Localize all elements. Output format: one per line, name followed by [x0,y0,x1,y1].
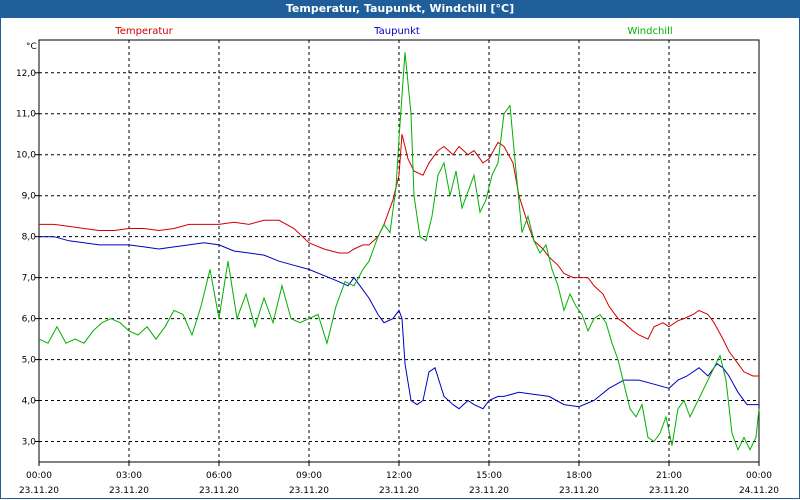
x-tick-time: 06:00 [206,471,232,481]
x-tick-date: 23.11.20 [649,486,689,496]
series-line-temperatur [39,134,759,377]
x-tick-labels: 00:00 23.11.20 03:00 23.11.20 06:00 23.11.20 0… [19,471,779,496]
x-tick-time: 18:00 [566,471,592,481]
x-tick-time: 09:00 [296,471,322,481]
y-tick-label: 4,0 [22,397,37,407]
x-tick-date: 23.11.20 [379,486,419,496]
x-tick-time: 00:00 [26,471,52,481]
x-tick-time: 03:00 [116,471,142,481]
y-tick-label: 11,0 [16,110,36,120]
y-tick-label: 8,0 [22,233,37,243]
x-tick-time: 12:00 [386,471,412,481]
legend: Temperatur Taupunkt Windchill [114,26,672,37]
x-tick-time: 21:00 [656,471,682,481]
legend-item-taupunkt: Taupunkt [373,26,420,37]
grid-lines [39,40,759,462]
legend-item-windchill: Windchill [627,26,672,37]
y-tick-label: 5,0 [22,356,37,366]
y-tick-label: 6,0 [22,315,37,325]
y-tick-label: 7,0 [22,274,37,284]
y-unit-label: °C [26,42,37,52]
x-tick-date: 24.11.20 [739,486,779,496]
chart-svg: °C Temperatur Taupunkt Windchill 3,0 4,0 5,0… [16,26,779,496]
x-tick-time: 00:00 [746,471,772,481]
y-tick-label: 9,0 [22,192,37,202]
x-tick-date: 23.11.20 [469,486,509,496]
x-tick-time: 15:00 [476,471,502,481]
axes [35,39,760,466]
x-tick-date: 23.11.20 [289,486,329,496]
x-tick-date: 23.11.20 [559,486,599,496]
y-tick-label: 10,0 [16,151,36,161]
y-tick-labels: 3,0 4,0 5,0 6,0 7,0 8,0 9,0 10,0 11,0 12,0 [16,69,36,448]
x-tick-date: 23.11.20 [199,486,239,496]
legend-item-temperatur: Temperatur [114,26,173,37]
x-tick-date: 23.11.20 [109,486,149,496]
y-tick-label: 3,0 [22,438,37,448]
y-tick-label: 12,0 [16,69,36,79]
x-tick-date: 23.11.20 [19,486,59,496]
